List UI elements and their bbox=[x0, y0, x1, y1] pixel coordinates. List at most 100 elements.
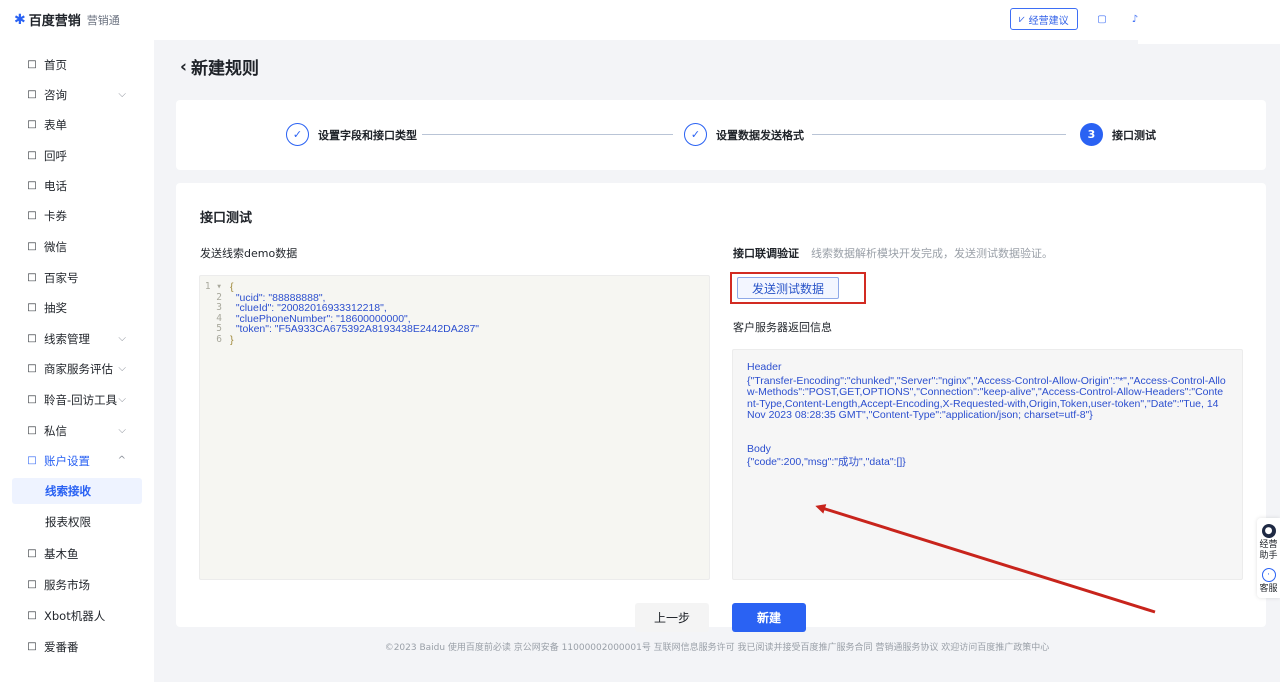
line-number: 6 bbox=[216, 333, 222, 345]
step-3: 3 接口测试 bbox=[1080, 123, 1156, 146]
section-title: 接口测试 bbox=[200, 211, 253, 226]
sidebar-item-label: 电话 bbox=[44, 178, 67, 193]
baijiahao-icon: □ bbox=[27, 272, 37, 283]
previous-step-button[interactable]: 上一步 bbox=[635, 603, 709, 632]
sidebar-item-label: 线索管理 bbox=[44, 331, 90, 346]
gift-icon: □ bbox=[27, 302, 37, 313]
response-label: 客户服务器返回信息 bbox=[733, 321, 832, 334]
customer-service-button[interactable]: · 客服 bbox=[1257, 568, 1280, 595]
sidebar-item-6[interactable]: □ 微信 bbox=[12, 234, 142, 259]
create-button[interactable]: 新建 bbox=[732, 603, 806, 632]
brand-name: 百度营销 bbox=[28, 14, 81, 29]
line-number: 5 bbox=[216, 323, 222, 334]
form-icon: □ bbox=[27, 119, 37, 130]
step-number: 3 bbox=[1080, 123, 1103, 146]
check-icon: ✓ bbox=[286, 123, 309, 146]
sidebar-item-label: 爱番番 bbox=[44, 639, 79, 654]
response-panel: Header {"Transfer-Encoding":"chunked","S… bbox=[732, 349, 1243, 580]
code-text: "token": "F5A933CA675392A8193438E2442DA2… bbox=[230, 323, 480, 335]
sidebar-item-8[interactable]: □ 抽奖 bbox=[12, 295, 142, 320]
sidebar-item-5[interactable]: □ 卡券 bbox=[12, 203, 142, 228]
sidebar-item-label: 商家服务评估 bbox=[44, 361, 113, 376]
sidebar-item-label: 微信 bbox=[44, 239, 67, 254]
chat-icon: □ bbox=[27, 89, 37, 100]
code-text: { bbox=[230, 281, 234, 293]
document-icon[interactable]: ▢ bbox=[1093, 10, 1111, 28]
sidebar-item-4[interactable]: □ 电话 bbox=[12, 173, 142, 198]
chevron-icon: ⌵ bbox=[118, 363, 126, 374]
fish-icon: □ bbox=[27, 548, 37, 559]
demo-data-label: 发送线索demo数据 bbox=[200, 247, 298, 260]
callback-icon: □ bbox=[27, 150, 37, 161]
header-text: {"Transfer-Encoding":"chunked","Server":… bbox=[747, 374, 1226, 421]
sidebar-subitem-0[interactable]: 线索接收 bbox=[12, 478, 142, 504]
code-text: "clueId": "20082016933312218", bbox=[230, 302, 387, 314]
chevron-icon: ⌵ bbox=[118, 89, 126, 100]
sidebar-item-10[interactable]: □ 商家服务评估 ⌵ bbox=[12, 356, 142, 381]
float-panel: ● 经营 助手 · 客服 bbox=[1257, 518, 1280, 598]
body-title: Body bbox=[747, 442, 771, 455]
sidebar-item-2[interactable]: □ 表单 bbox=[12, 112, 142, 137]
sidebar-bottom-item-3[interactable]: □ 爱番番 bbox=[12, 634, 142, 659]
sidebar-item-label: 首页 bbox=[44, 57, 67, 72]
line-number: 1 ▾ bbox=[204, 281, 222, 292]
headset-icon: □ bbox=[27, 394, 37, 405]
assistant-icon: ● bbox=[1261, 524, 1276, 538]
highlight-box: 发送测试数据 bbox=[730, 272, 866, 304]
code-line: 5 "token": "F5A933CA675392A8193438E2442D… bbox=[200, 323, 709, 335]
sidebar-item-3[interactable]: □ 回呼 bbox=[12, 143, 142, 168]
sidebar-item-label: 账户设置 bbox=[44, 453, 90, 468]
sidebar-item-label: 表单 bbox=[44, 117, 67, 132]
phone-icon: □ bbox=[27, 180, 37, 191]
sidebar-item-label: 聆音-回访工具 bbox=[44, 392, 118, 407]
interface-test-card: 接口测试 发送线索demo数据 1 ▾{2 "ucid": "88888888"… bbox=[176, 183, 1266, 632]
sidebar-bottom-item-1[interactable]: □ 服务市场 bbox=[12, 572, 142, 597]
sidebar-subitem-1[interactable]: 报表权限 bbox=[12, 509, 142, 535]
brand-logo[interactable]: ✱ 百度营销 营销通 bbox=[14, 10, 120, 30]
verify-label: 接口联调验证 bbox=[733, 247, 799, 260]
sidebar-item-13[interactable]: □ 账户设置 ^ bbox=[12, 448, 142, 473]
page-title: ‹ 新建规则 bbox=[180, 56, 260, 80]
user-area bbox=[1138, 0, 1280, 44]
step-connector bbox=[812, 134, 1066, 135]
step-connector bbox=[422, 134, 673, 135]
sidebar-item-7[interactable]: □ 百家号 bbox=[12, 265, 142, 290]
send-test-data-button[interactable]: 发送测试数据 bbox=[737, 277, 839, 299]
code-line: 6} bbox=[200, 333, 709, 346]
home-icon: □ bbox=[27, 59, 37, 70]
steps-card: ✓ 设置字段和接口类型 ✓ 设置数据发送格式 3 接口测试 bbox=[176, 100, 1266, 170]
product-name: 营销通 bbox=[86, 13, 120, 27]
sidebar-item-label: 回呼 bbox=[44, 148, 67, 163]
sidebar-item-label: 抽奖 bbox=[44, 300, 67, 315]
header-title: Header bbox=[747, 361, 782, 373]
wechat-icon: □ bbox=[27, 241, 37, 252]
robot-icon: □ bbox=[27, 610, 37, 621]
sidebar-item-9[interactable]: □ 线索管理 ⌵ bbox=[12, 326, 142, 351]
code-text: } bbox=[230, 333, 234, 346]
chevron-icon: ⌵ bbox=[118, 394, 126, 405]
sidebar-item-11[interactable]: □ 聆音-回访工具 ⌵ bbox=[12, 387, 142, 412]
sidebar-item-1[interactable]: □ 咨询 ⌵ bbox=[12, 82, 142, 107]
sidebar-item-0[interactable]: □ 首页 bbox=[12, 52, 142, 77]
business-advice-button[interactable]: ⩗ 经营建议 bbox=[1010, 8, 1078, 30]
sidebar-item-label: 卡券 bbox=[44, 208, 67, 223]
line-number: 3 bbox=[216, 302, 222, 313]
footer: ©2023 Baidu 使用百度前必读 京公网安备 11000002000001… bbox=[384, 643, 1050, 653]
body-text: {"code":200,"msg":"成功","data":[]} bbox=[747, 456, 906, 468]
demo-code-editor[interactable]: 1 ▾{2 "ucid": "88888888", 3 "clueId": "20… bbox=[199, 275, 710, 580]
chevron-icon: ⌵ bbox=[118, 425, 126, 436]
coupon-icon: □ bbox=[27, 210, 37, 221]
sidebar-item-12[interactable]: □ 私信 ⌵ bbox=[12, 418, 142, 443]
step-2: ✓ 设置数据发送格式 bbox=[684, 123, 804, 146]
aifanfan-icon: □ bbox=[27, 641, 37, 652]
sidebar-bottom-item-0[interactable]: □ 基木鱼 bbox=[12, 541, 142, 566]
top-bar: ✱ 百度营销 营销通 ⩗ 经营建议 ▢ ♪ bbox=[0, 0, 1280, 44]
message-icon: □ bbox=[27, 425, 37, 436]
assistant-button[interactable]: ● 经营 助手 bbox=[1257, 524, 1280, 562]
verify-hint: 线索数据解析模块开发完成，发送测试数据验证。 bbox=[811, 247, 1053, 260]
service-icon: · bbox=[1261, 568, 1276, 582]
back-button[interactable]: ‹ bbox=[180, 57, 187, 77]
line-number: 2 bbox=[216, 291, 222, 303]
sidebar-bottom-item-2[interactable]: □ Xbot机器人 bbox=[12, 603, 142, 628]
sidebar-item-label: 基木鱼 bbox=[44, 546, 79, 561]
